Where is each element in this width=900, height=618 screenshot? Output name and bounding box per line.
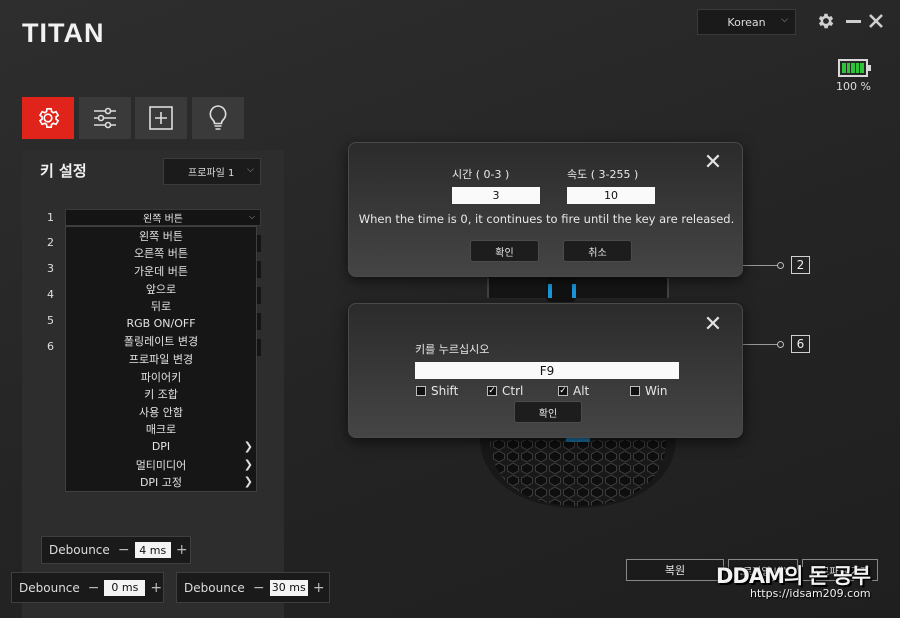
key-number-5: 5 <box>47 314 54 327</box>
key-combo-dialog: ✕ 키를 누르십시오 F9 Shift ✓ Ctrl ✓ Alt Win 확인 <box>348 303 743 438</box>
dropdown-item-profile-change[interactable]: 프로파일 변경 <box>66 350 256 368</box>
callout-dot <box>777 341 784 348</box>
debounce-label: Debounce <box>49 543 110 557</box>
dropdown-item-back[interactable]: 뒤로 <box>66 297 256 315</box>
profile-select[interactable]: 프로파일 1 ⌵ <box>163 158 261 185</box>
key-number-3: 3 <box>47 262 54 275</box>
minus-icon[interactable]: − <box>252 580 266 596</box>
checkbox-box <box>416 386 426 396</box>
battery-level-text: 100 % <box>836 80 871 93</box>
key-number-2: 2 <box>47 236 54 249</box>
time-label: 시간 ( 0-3 ) <box>452 168 510 181</box>
key-select-1[interactable]: 왼쪽 버튼 ⌵ <box>65 209 261 226</box>
lightbulb-icon <box>209 105 227 130</box>
plus-square-icon <box>149 106 173 130</box>
battery-icon <box>838 59 871 77</box>
dropdown-item-rgb-toggle[interactable]: RGB ON/OFF <box>66 315 256 333</box>
watermark-title: DDAM의 돈 공부 <box>716 564 871 588</box>
app-logo: TITAN <box>22 18 105 48</box>
key-number-6: 6 <box>47 340 54 353</box>
tab-lighting[interactable] <box>192 97 244 139</box>
key-settings-panel: 키 설정 프로파일 1 ⌵ 1 2 3 4 5 6 왼쪽 버튼 ⌵ 왼쪽 버튼 … <box>22 150 284 618</box>
settings-gear-icon[interactable] <box>815 10 837 32</box>
key-select-value: 왼쪽 버튼 <box>143 214 183 225</box>
dropdown-item-multimedia[interactable]: 멀티미디어 ❯ <box>66 456 256 474</box>
checkbox-box <box>630 386 640 396</box>
dropdown-item-dpi-lock[interactable]: DPI 고정 ❯ <box>66 473 256 491</box>
fire-key-message: When the time is 0, it continues to fire… <box>358 212 735 226</box>
combo-ok-button[interactable]: 확인 <box>514 401 582 423</box>
alt-checkbox[interactable]: ✓ Alt <box>558 384 589 398</box>
callout-line <box>742 265 778 266</box>
debounce-value[interactable]: 4 ms <box>134 542 171 558</box>
fire-ok-button[interactable]: 확인 <box>470 240 539 262</box>
plus-icon[interactable]: + <box>149 580 163 596</box>
key-function-dropdown: 왼쪽 버튼 오른쪽 버튼 가운데 버튼 앞으로 뒤로 RGB ON/OFF 폴링… <box>65 226 257 492</box>
plus-icon[interactable]: + <box>175 542 189 558</box>
debounce-control-panel: Debounce − 4 ms + <box>41 536 191 564</box>
debounce-control-1: Debounce − 0 ms + <box>11 572 164 603</box>
key-combo-input[interactable]: F9 <box>415 362 679 379</box>
watermark: DDAM의 돈 공부 https://idsam209.com <box>708 560 888 604</box>
sliders-icon <box>94 107 116 129</box>
time-input[interactable]: 3 <box>452 187 540 204</box>
dropdown-item-key-combo[interactable]: 키 조합 <box>66 385 256 403</box>
fire-cancel-button[interactable]: 취소 <box>563 240 632 262</box>
key-number-4: 4 <box>47 288 54 301</box>
shift-checkbox[interactable]: Shift <box>416 384 458 398</box>
callout-dot <box>777 262 784 269</box>
callout-line <box>742 344 778 345</box>
callout-number-6[interactable]: 6 <box>791 335 810 353</box>
chevron-down-icon: ⌵ <box>247 165 254 175</box>
close-icon[interactable]: ✕ <box>704 150 722 175</box>
ctrl-checkbox[interactable]: ✓ Ctrl <box>487 384 523 398</box>
win-checkbox[interactable]: Win <box>630 384 668 398</box>
tab-key-settings[interactable] <box>22 97 74 139</box>
close-icon[interactable] <box>865 10 887 32</box>
tab-macro[interactable] <box>135 97 187 139</box>
minus-icon[interactable]: − <box>117 542 131 558</box>
speed-input[interactable]: 10 <box>567 187 655 204</box>
checkmark-icon: ✓ <box>487 386 497 396</box>
debounce-value[interactable]: 30 ms <box>269 579 308 596</box>
dropdown-item-right-button[interactable]: 오른쪽 버튼 <box>66 245 256 263</box>
dropdown-item-middle-button[interactable]: 가운데 버튼 <box>66 262 256 280</box>
panel-title: 키 설정 <box>40 162 87 180</box>
checkmark-icon: ✓ <box>558 386 568 396</box>
chevron-down-icon: ⌵ <box>781 15 788 25</box>
dropdown-item-polling-rate[interactable]: 폴링레이트 변경 <box>66 333 256 351</box>
dropdown-item-macro[interactable]: 매크로 <box>66 421 256 439</box>
chevron-right-icon: ❯ <box>243 457 253 471</box>
debounce-value[interactable]: 0 ms <box>104 579 146 596</box>
debounce-label: Debounce <box>19 580 80 595</box>
minus-icon[interactable]: − <box>87 580 101 596</box>
plus-icon[interactable]: + <box>312 580 326 596</box>
profile-value: 프로파일 1 <box>188 168 235 179</box>
chevron-down-icon: ⌵ <box>248 212 255 221</box>
chevron-right-icon: ❯ <box>243 440 253 454</box>
debounce-label: Debounce <box>184 580 245 595</box>
debounce-control-2: Debounce − 30 ms + <box>176 572 330 603</box>
minimize-icon[interactable] <box>842 10 864 32</box>
key-number-1: 1 <box>47 211 54 224</box>
key-press-prompt: 키를 누르십시오 <box>415 343 490 356</box>
tab-performance[interactable] <box>79 97 131 139</box>
fire-key-dialog: ✕ 시간 ( 0-3 ) 속도 ( 3-255 ) 3 10 When the … <box>348 142 743 277</box>
watermark-url: https://idsam209.com <box>750 587 871 600</box>
dropdown-item-left-button[interactable]: 왼쪽 버튼 <box>66 227 256 245</box>
dropdown-item-forward[interactable]: 앞으로 <box>66 280 256 298</box>
close-icon[interactable]: ✕ <box>704 312 722 337</box>
dropdown-item-dpi[interactable]: DPI ❯ <box>66 438 256 456</box>
language-select[interactable]: Korean ⌵ <box>697 9 796 35</box>
dropdown-item-disabled[interactable]: 사용 안함 <box>66 403 256 421</box>
chevron-right-icon: ❯ <box>243 475 253 489</box>
dropdown-item-fire-key[interactable]: 파이어키 <box>66 368 256 386</box>
language-value: Korean <box>727 15 766 29</box>
gear-icon <box>38 107 60 129</box>
callout-number-2[interactable]: 2 <box>791 256 810 274</box>
speed-label: 속도 ( 3-255 ) <box>567 168 639 181</box>
